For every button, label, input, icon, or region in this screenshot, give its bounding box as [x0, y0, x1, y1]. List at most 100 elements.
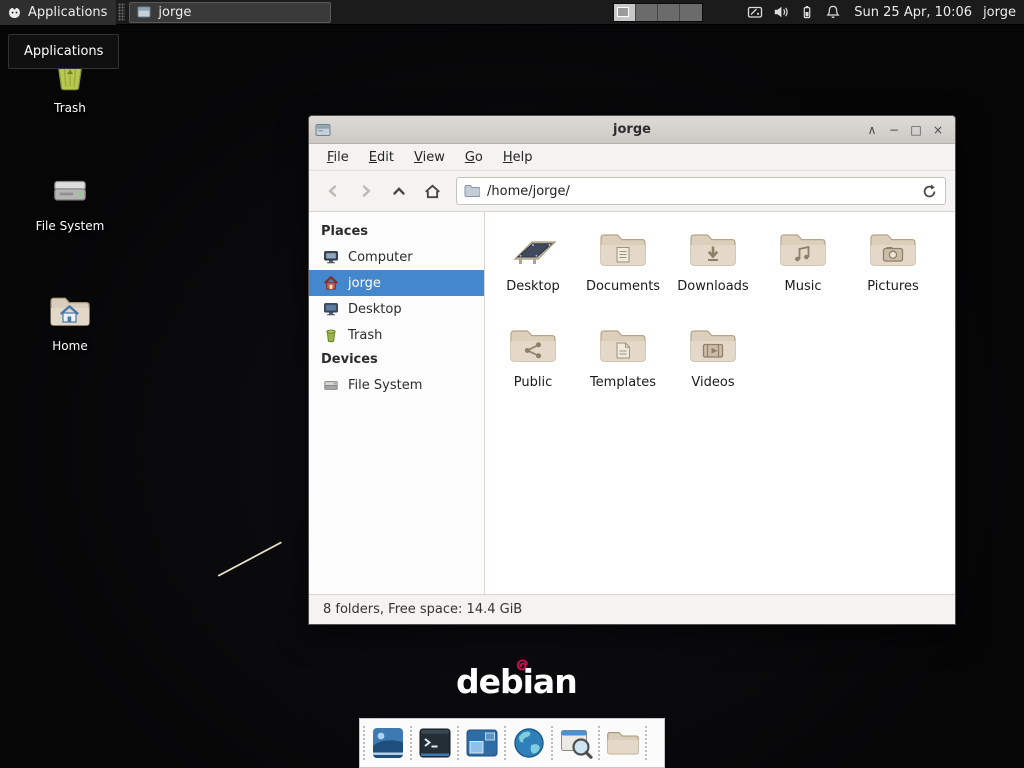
file-desktop[interactable]: Desktop — [488, 224, 578, 320]
maximize-button[interactable]: □ — [905, 119, 927, 141]
back-button[interactable] — [318, 177, 348, 205]
applications-tooltip: Applications — [8, 34, 119, 69]
applications-menu-label: Applications — [28, 5, 107, 20]
desktop-icon-home[interactable]: Home — [22, 290, 118, 353]
sidebar-item-label: Computer — [348, 250, 413, 265]
file-music[interactable]: Music — [758, 224, 848, 320]
sidebar-header-devices: Devices — [309, 348, 484, 372]
workspace-4[interactable] — [680, 4, 702, 21]
system-tray — [747, 4, 841, 20]
web-browser-globe-icon — [511, 725, 547, 761]
panel-clock[interactable]: Sun 25 Apr, 10:06 — [854, 5, 972, 20]
location-bar[interactable]: /home/jorge/ — [456, 177, 946, 205]
panel-handle — [118, 3, 125, 21]
debian-swirl-icon — [515, 659, 529, 673]
dock-application-finder-launcher[interactable] — [557, 724, 595, 762]
forward-button[interactable] — [351, 177, 381, 205]
file-label: Music — [785, 279, 822, 294]
sidebar-item-file-system[interactable]: File System — [309, 372, 484, 398]
top-panel: Applications jorge — [0, 0, 1024, 25]
xfce-applications-icon — [7, 5, 22, 20]
desktop-icon-label: File System — [36, 219, 105, 233]
folder-videos-icon — [687, 324, 739, 368]
shade-button[interactable]: ∧ — [861, 119, 883, 141]
folder-documents-icon — [597, 228, 649, 272]
menubar: File Edit View Go Help — [309, 144, 955, 171]
menu-help[interactable]: Help — [493, 146, 543, 169]
window-content: Places Computer — [309, 212, 955, 594]
sidebar-item-jorge[interactable]: jorge — [309, 270, 484, 296]
menu-go[interactable]: Go — [455, 146, 493, 169]
workspaces-icon — [464, 725, 500, 761]
file-label: Public — [514, 375, 552, 390]
drive-icon — [323, 377, 339, 393]
dock-handle — [644, 725, 649, 761]
file-label: Downloads — [677, 279, 748, 294]
folder-public-icon — [507, 324, 559, 368]
desktop-line-artifact — [218, 541, 283, 577]
sidebar-item-label: File System — [348, 378, 422, 393]
workspace-1[interactable] — [614, 4, 636, 21]
file-public[interactable]: Public — [488, 320, 578, 416]
desktop-surface-icon — [507, 228, 559, 272]
menu-file[interactable]: File — [317, 146, 359, 169]
desktop-background: Trash File System Home debian — [0, 0, 1024, 768]
window-title: jorge — [309, 122, 955, 137]
window-controls: ∧ − □ × — [861, 119, 949, 141]
folder-downloads-icon — [687, 228, 739, 272]
desktop-icon-label: Trash — [54, 101, 86, 115]
dock-desktop-settings-launcher[interactable] — [369, 724, 407, 762]
file-downloads[interactable]: Downloads — [668, 224, 758, 320]
close-button[interactable]: × — [927, 119, 949, 141]
workspace-2[interactable] — [636, 4, 658, 21]
notifications-bell-icon[interactable] — [825, 4, 841, 20]
file-label: Documents — [586, 279, 660, 294]
dock-handle — [362, 725, 367, 761]
sidebar: Places Computer — [309, 212, 485, 594]
titlebar[interactable]: jorge ∧ − □ × — [309, 116, 955, 144]
file-videos[interactable]: Videos — [668, 320, 758, 416]
home-icon — [323, 275, 339, 291]
file-label: Desktop — [506, 279, 560, 294]
menu-view[interactable]: View — [404, 146, 455, 169]
up-button[interactable] — [384, 177, 414, 205]
reload-button[interactable] — [921, 183, 938, 200]
sidebar-item-label: Trash — [348, 328, 382, 343]
home-button[interactable] — [417, 177, 447, 205]
hard-drive-icon — [49, 170, 91, 212]
dock-web-browser-launcher[interactable] — [510, 724, 548, 762]
desktop-icon-file-system[interactable]: File System — [22, 170, 118, 233]
desktop-settings-icon — [370, 725, 406, 761]
sidebar-item-label: Desktop — [348, 302, 402, 317]
sidebar-item-trash[interactable]: Trash — [309, 322, 484, 348]
sidebar-header-places: Places — [309, 220, 484, 244]
tablet-settings-icon[interactable] — [747, 4, 763, 20]
dock-handle — [597, 725, 602, 761]
toolbar: /home/jorge/ — [309, 171, 955, 212]
home-icon — [423, 182, 442, 201]
file-label: Videos — [691, 375, 734, 390]
dock-workspaces-launcher[interactable] — [463, 724, 501, 762]
file-documents[interactable]: Documents — [578, 224, 668, 320]
file-label: Templates — [590, 375, 656, 390]
sidebar-item-desktop[interactable]: Desktop — [309, 296, 484, 322]
sidebar-item-label: jorge — [348, 276, 381, 291]
workspace-3[interactable] — [658, 4, 680, 21]
taskbar-window-button[interactable]: jorge — [129, 2, 331, 23]
volume-icon[interactable] — [773, 4, 789, 20]
display-icon — [323, 301, 339, 317]
dock-file-manager-launcher[interactable] — [604, 724, 642, 762]
battery-icon[interactable] — [799, 4, 815, 20]
folder-templates-icon — [597, 324, 649, 368]
statusbar: 8 folders, Free space: 14.4 GiB — [309, 594, 955, 624]
sidebar-item-computer[interactable]: Computer — [309, 244, 484, 270]
menu-edit[interactable]: Edit — [359, 146, 404, 169]
computer-icon — [323, 249, 339, 265]
file-pictures[interactable]: Pictures — [848, 224, 938, 320]
dock-terminal-launcher[interactable] — [416, 724, 454, 762]
file-templates[interactable]: Templates — [578, 320, 668, 416]
dock-handle — [550, 725, 555, 761]
minimize-button[interactable]: − — [883, 119, 905, 141]
trash-icon — [323, 327, 339, 343]
applications-menu-button[interactable]: Applications — [0, 0, 116, 25]
